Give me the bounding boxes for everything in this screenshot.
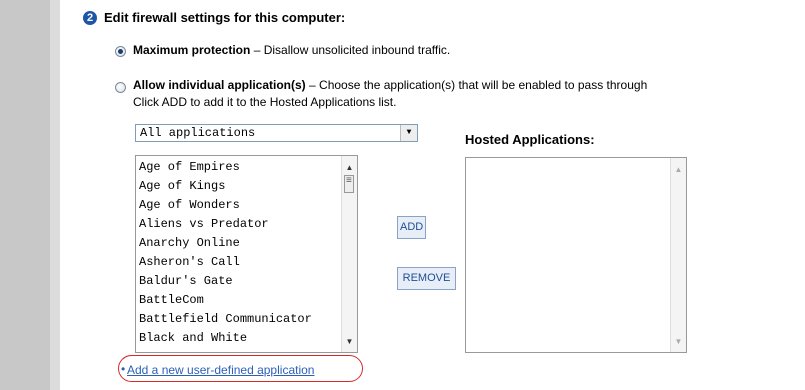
sidebar-band-inner <box>50 0 60 390</box>
list-item[interactable]: BattleCom <box>139 291 357 310</box>
list-item[interactable]: Anarchy Online <box>139 234 357 253</box>
max-protection-label: Maximum protection – Disallow unsolicite… <box>133 43 450 57</box>
list-item[interactable]: Battlefield Communicator <box>139 310 357 329</box>
list-item[interactable]: Asheron's Call <box>139 253 357 272</box>
allow-apps-desc: – Choose the application(s) that will be… <box>305 78 648 92</box>
allow-apps-label: Allow individual application(s) – Choose… <box>133 78 647 92</box>
list-item[interactable]: Aliens vs Predator <box>139 215 357 234</box>
allow-apps-instructions: Click ADD to add it to the Hosted Applic… <box>133 95 397 109</box>
available-apps-list[interactable]: Age of Empires Age of Kings Age of Wonders… <box>135 155 358 353</box>
list-item[interactable]: Baldur's Gate <box>139 272 357 291</box>
bullet-icon: • <box>121 362 126 376</box>
chevron-down-icon[interactable]: ▼ <box>400 125 417 141</box>
scroll-down-icon[interactable]: ▼ <box>671 335 686 349</box>
available-apps-scrollbar[interactable]: ▲ ▼ <box>341 156 357 352</box>
app-filter-value: All applications <box>140 126 256 140</box>
hosted-apps-list[interactable]: ▲ ▼ <box>465 157 687 353</box>
list-item[interactable]: Black and White <box>139 329 357 348</box>
sidebar-band <box>0 0 50 390</box>
hosted-apps-title: Hosted Applications: <box>465 132 595 147</box>
step-number-badge: 2 <box>83 11 97 25</box>
scroll-up-icon[interactable]: ▲ <box>342 161 357 175</box>
max-protection-desc: – Disallow unsolicited inbound traffic. <box>250 43 451 57</box>
allow-apps-title: Allow individual application(s) <box>133 78 306 92</box>
app-filter-select[interactable]: All applications ▼ <box>135 124 418 142</box>
scroll-down-icon[interactable]: ▼ <box>342 335 357 349</box>
scroll-up-icon[interactable]: ▲ <box>671 163 686 177</box>
allow-apps-radio[interactable] <box>115 82 126 93</box>
add-button[interactable]: ADD <box>397 216 426 239</box>
scroll-thumb[interactable] <box>344 175 354 193</box>
max-protection-radio[interactable] <box>115 46 126 57</box>
remove-button[interactable]: REMOVE <box>397 267 456 290</box>
max-protection-title: Maximum protection <box>133 43 251 57</box>
list-item[interactable]: Age of Empires <box>139 158 357 177</box>
step-title: Edit firewall settings for this computer… <box>104 10 346 25</box>
hosted-apps-scrollbar[interactable]: ▲ ▼ <box>670 158 686 352</box>
list-item[interactable]: Age of Wonders <box>139 196 357 215</box>
add-user-defined-app-link[interactable]: Add a new user-defined application <box>127 363 314 377</box>
list-item[interactable]: Age of Kings <box>139 177 357 196</box>
